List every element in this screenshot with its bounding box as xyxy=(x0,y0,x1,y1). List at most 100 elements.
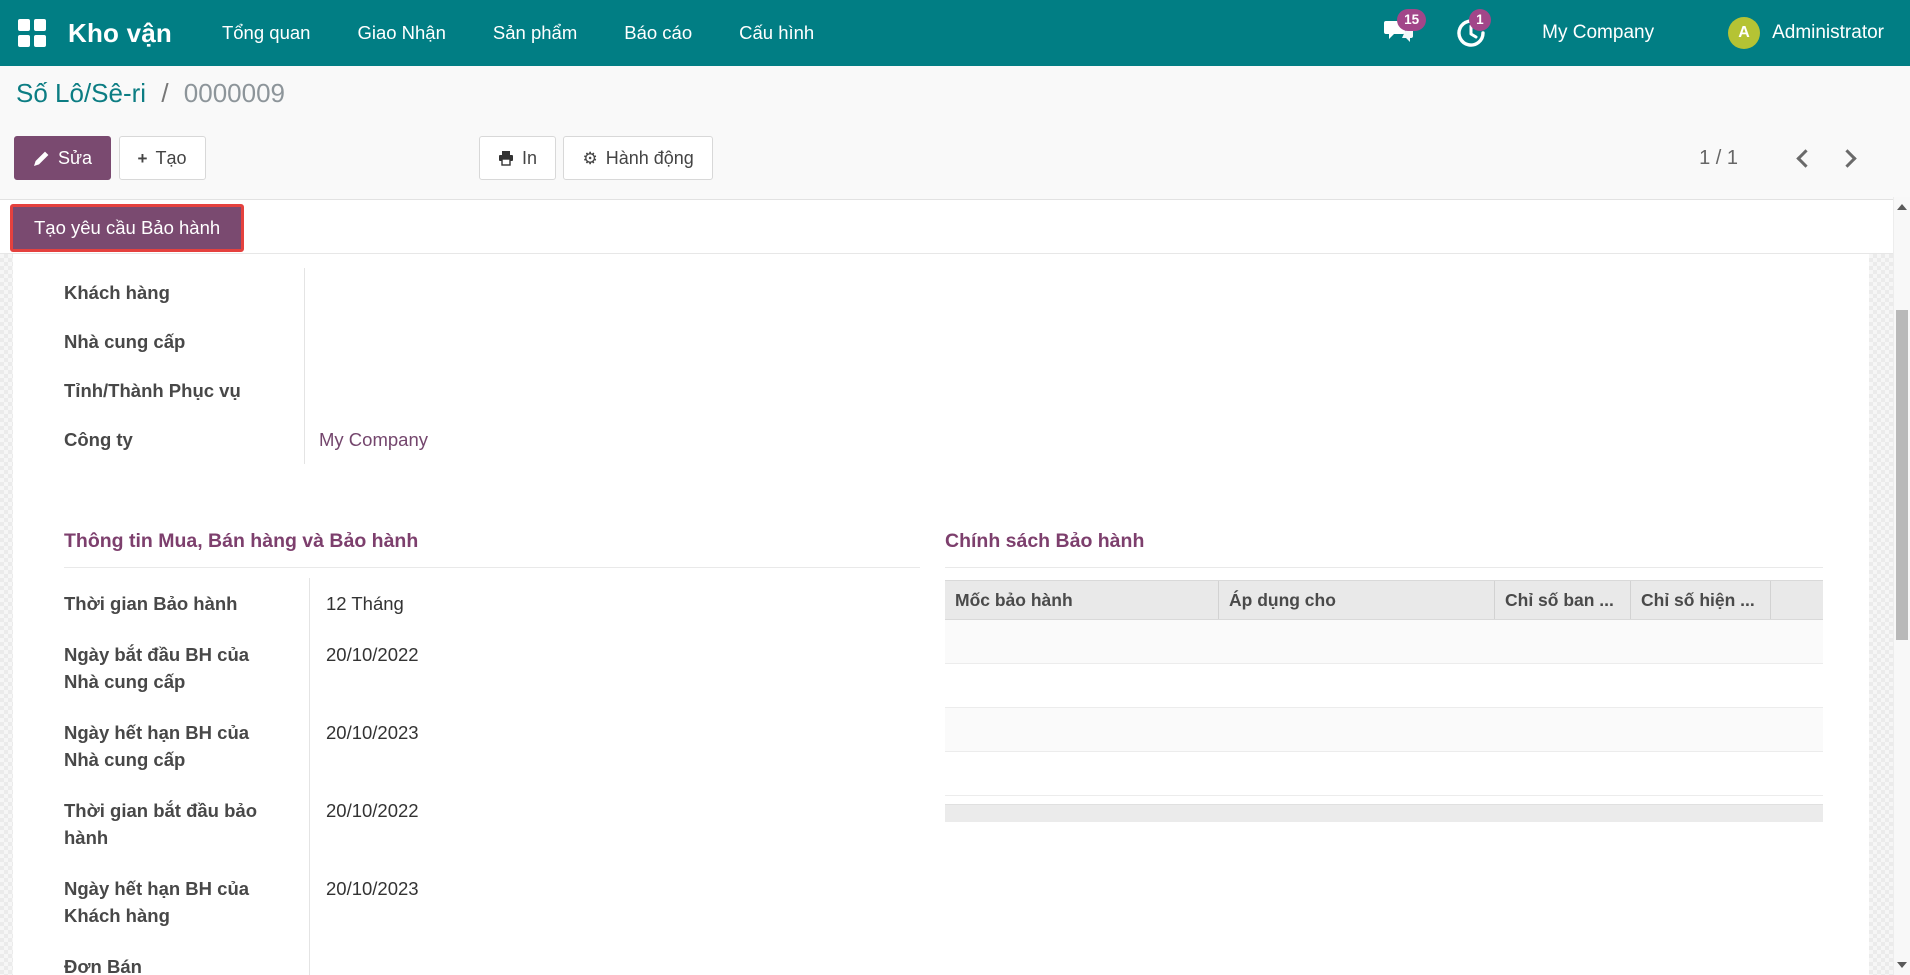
apps-grid-square xyxy=(18,19,30,31)
create-button[interactable]: + Tạo xyxy=(118,136,206,180)
column-header-extra xyxy=(1771,581,1823,619)
field-value: 12 Tháng xyxy=(326,593,404,614)
field-label: Thời gian Bảo hành xyxy=(64,578,310,629)
field-row-vendor-warranty-end: Ngày hết hạn BH của Nhà cung cấp 20/10/2… xyxy=(64,707,920,785)
gear-icon: ⚙ xyxy=(582,148,598,168)
main-menu: Tổng quan Giao Nhận Sản phẩm Báo cáo Cấu… xyxy=(222,22,814,44)
user-menu[interactable]: Administrator xyxy=(1772,22,1884,44)
edit-button-label: Sửa xyxy=(58,147,93,168)
breadcrumb-current: 0000009 xyxy=(183,78,286,108)
print-button-label: In xyxy=(522,147,538,168)
section-divider xyxy=(945,567,1823,568)
navbar-right: 15 1 My Company A Administrator xyxy=(1384,9,1910,49)
menu-item-reporting[interactable]: Báo cáo xyxy=(624,22,692,44)
field-label: Đơn Bán xyxy=(64,941,310,975)
toolbar-center: In ⚙ Hành động xyxy=(479,136,713,180)
apps-menu-icon[interactable] xyxy=(18,19,46,47)
create-warranty-request-button[interactable]: Tạo yêu cầu Bảo hành xyxy=(13,207,242,249)
field-row-warranty-period: Thời gian Bảo hành 12 Tháng xyxy=(64,578,920,629)
field-row-vendor-warranty-start: Ngày bắt đầu BH của Nhà cung cấp 20/10/2… xyxy=(64,629,920,707)
table-row xyxy=(945,664,1823,708)
field-row-vendor: Nhà cung cấp xyxy=(64,317,884,366)
section-warranty-policy: Chính sách Bảo hành Mốc bảo hành Áp dụng… xyxy=(945,530,1823,822)
pager-previous-button[interactable] xyxy=(1786,141,1820,175)
column-header-current-index[interactable]: Chỉ số hiện ... xyxy=(1631,581,1771,619)
form-sheet: Khách hàng Nhà cung cấp Tỉnh/Thành Phục … xyxy=(0,254,1893,975)
section-warranty-info: Thông tin Mua, Bán hàng và Bảo hành Thời… xyxy=(64,530,920,975)
field-label: Tỉnh/Thành Phục vụ xyxy=(64,366,305,415)
menu-item-transfers[interactable]: Giao Nhận xyxy=(357,22,445,44)
apps-grid-square xyxy=(34,19,46,31)
column-header-milestone[interactable]: Mốc bảo hành xyxy=(945,581,1219,619)
breadcrumb-separator: / xyxy=(161,78,169,108)
field-label: Ngày hết hạn BH của Khách hàng xyxy=(64,863,310,941)
field-row-customer: Khách hàng xyxy=(64,268,884,317)
menu-item-overview[interactable]: Tổng quan xyxy=(222,22,310,44)
user-avatar[interactable]: A xyxy=(1728,17,1761,49)
menu-item-settings[interactable]: Cấu hình xyxy=(739,22,814,44)
field-label: Thời gian bắt đầu bảo hành xyxy=(64,785,310,863)
field-label: Công ty xyxy=(64,415,305,464)
field-value: 20/10/2022 xyxy=(326,800,419,821)
company-switcher[interactable]: My Company xyxy=(1542,22,1654,44)
create-button-label: Tạo xyxy=(155,147,187,168)
top-navbar: Kho vận Tổng quan Giao Nhận Sản phẩm Báo… xyxy=(0,0,1910,66)
field-row-service-province: Tỉnh/Thành Phục vụ xyxy=(64,366,884,415)
field-value xyxy=(310,941,326,975)
field-label: Ngày bắt đầu BH của Nhà cung cấp xyxy=(64,629,310,707)
field-row-warranty-start: Thời gian bắt đầu bảo hành 20/10/2022 xyxy=(64,785,920,863)
section-title: Chính sách Bảo hành xyxy=(945,530,1145,552)
app-window: Kho vận Tổng quan Giao Nhận Sản phẩm Báo… xyxy=(0,0,1910,975)
pencil-icon xyxy=(34,151,49,166)
breadcrumb: Số Lô/Sê-ri / 0000009 xyxy=(16,78,285,109)
warranty-field-table: Thời gian Bảo hành 12 Tháng Ngày bắt đầu… xyxy=(64,578,920,975)
scroll-up-arrow[interactable] xyxy=(1894,199,1910,216)
plus-icon: + xyxy=(137,148,148,168)
pager-next-button[interactable] xyxy=(1832,141,1866,175)
vertical-scrollbar[interactable] xyxy=(1893,197,1910,975)
action-button[interactable]: ⚙ Hành động xyxy=(563,136,713,180)
field-row-sale-order: Đơn Bán xyxy=(64,941,920,975)
pager: 1 / 1 xyxy=(1699,136,1866,180)
activities-button[interactable]: 1 xyxy=(1456,9,1491,48)
table-row xyxy=(945,708,1823,752)
table-row xyxy=(945,752,1823,796)
pager-value: 1 / 1 xyxy=(1699,146,1738,169)
breadcrumb-parent-link[interactable]: Số Lô/Sê-ri xyxy=(16,78,146,108)
control-panel: Số Lô/Sê-ri / 0000009 Sửa + Tạo In ⚙ Hàn… xyxy=(0,66,1910,200)
field-row-company: Công ty My Company xyxy=(64,415,884,464)
column-header-applied-to[interactable]: Áp dụng cho xyxy=(1219,581,1495,619)
form-button-box: Tạo yêu cầu Bảo hành xyxy=(0,201,1893,254)
toolbar: Sửa + Tạo In ⚙ Hành động 1 / 1 xyxy=(14,136,1880,182)
menu-item-products[interactable]: Sản phẩm xyxy=(493,22,577,44)
messages-count-badge: 15 xyxy=(1397,9,1427,31)
scrollbar-thumb[interactable] xyxy=(1896,310,1908,640)
field-value: 20/10/2023 xyxy=(326,878,419,899)
messages-button[interactable]: 15 xyxy=(1384,9,1427,48)
table-footer-bar xyxy=(945,804,1823,822)
apps-grid-square xyxy=(18,35,30,47)
table-header-row: Mốc bảo hành Áp dụng cho Chỉ số ban ... … xyxy=(945,580,1823,620)
section-divider xyxy=(64,567,920,568)
app-title[interactable]: Kho vận xyxy=(68,18,172,49)
edit-button[interactable]: Sửa xyxy=(14,136,112,180)
field-value: 20/10/2022 xyxy=(326,644,419,665)
activities-count-badge: 1 xyxy=(1469,9,1491,31)
column-header-initial-index[interactable]: Chỉ số ban ... xyxy=(1495,581,1631,619)
field-label: Khách hàng xyxy=(64,268,305,317)
action-button-label: Hành động xyxy=(605,147,694,168)
section-title: Thông tin Mua, Bán hàng và Bảo hành xyxy=(64,530,419,552)
scroll-down-arrow[interactable] xyxy=(1894,956,1910,973)
field-label: Nhà cung cấp xyxy=(64,317,305,366)
sheet-background-left xyxy=(0,254,13,975)
table-row xyxy=(945,620,1823,664)
highlight-annotation: Tạo yêu cầu Bảo hành xyxy=(10,204,245,252)
warranty-policy-table: Mốc bảo hành Áp dụng cho Chỉ số ban ... … xyxy=(945,580,1823,822)
print-button[interactable]: In xyxy=(479,136,557,180)
field-value: 20/10/2023 xyxy=(326,722,419,743)
sheet-background-right xyxy=(1869,254,1893,975)
printer-icon xyxy=(499,151,513,166)
apps-grid-square xyxy=(34,35,46,47)
company-link[interactable]: My Company xyxy=(305,429,428,451)
field-group-general: Khách hàng Nhà cung cấp Tỉnh/Thành Phục … xyxy=(64,268,884,464)
